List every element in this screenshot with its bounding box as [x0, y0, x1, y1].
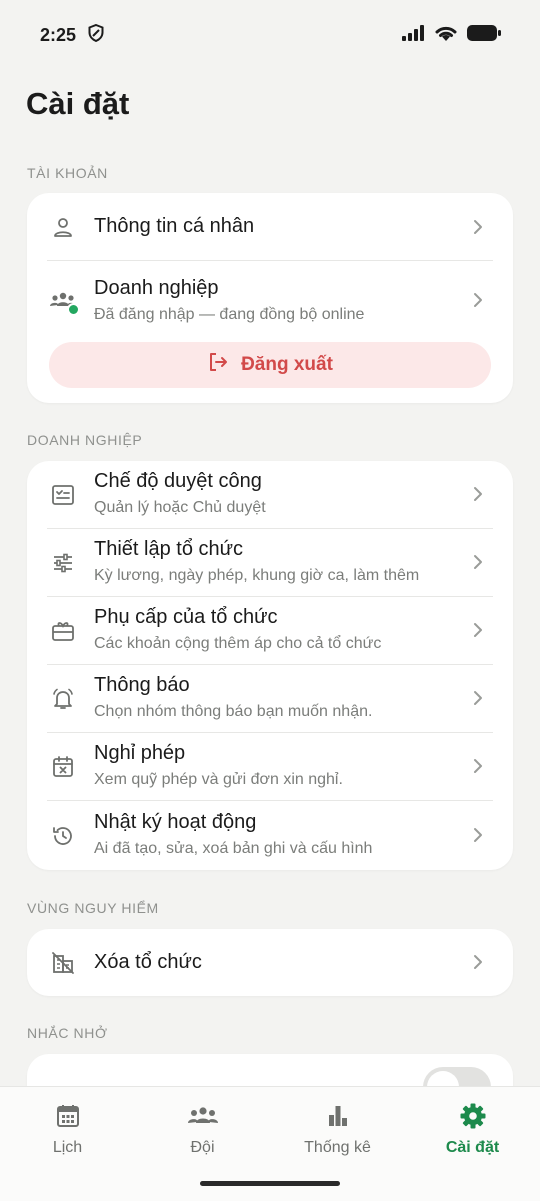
status-bar: 2:25 [0, 0, 540, 70]
chevron-right-icon [471, 757, 485, 775]
chevron-right-icon [471, 953, 485, 971]
business-subtitle: Đã đăng nhập — đang đồng bộ online [94, 306, 365, 323]
row-delete-org[interactable]: Xóa tổ chức [27, 929, 513, 996]
chevron-right-icon [471, 218, 485, 236]
item-title: Nhật ký hoạt động [94, 811, 257, 833]
home-indicator[interactable] [200, 1181, 340, 1186]
chevron-right-icon [471, 553, 485, 571]
nav-tab-settings[interactable]: Cài đặt [405, 1101, 540, 1157]
logout-label: Đăng xuất [241, 354, 333, 375]
signal-icon [402, 24, 426, 46]
section-label-business: DOANH NGHIỆP [27, 432, 143, 448]
logout-icon [207, 351, 229, 379]
danger-card: Xóa tổ chức [27, 929, 513, 996]
row-notifications[interactable]: Thông báo Chọn nhóm thông báo bạn muốn n… [27, 665, 513, 732]
chevron-right-icon [471, 826, 485, 844]
item-subtitle: Các khoản cộng thêm áp cho cả tổ chức [94, 635, 382, 652]
account-card: Thông tin cá nhân Doanh nghiệp Đã đăng n… [27, 193, 513, 403]
nav-tab-calendar[interactable]: Lịch [0, 1101, 135, 1157]
calendar-x-icon [49, 753, 77, 781]
item-title: Chế độ duyệt công [94, 470, 262, 492]
item-title: Phụ cấp của tổ chức [94, 606, 278, 628]
item-subtitle: Xem quỹ phép và gửi đơn xin nghỉ. [94, 771, 343, 788]
delete-org-title: Xóa tổ chức [94, 951, 202, 973]
chevron-right-icon [471, 689, 485, 707]
battery-icon [466, 24, 502, 47]
item-subtitle: Ai đã tạo, sửa, xoá bản ghi và cấu hình [94, 840, 373, 857]
business-title: Doanh nghiệp [94, 277, 219, 299]
history-icon [49, 822, 77, 850]
section-label-danger: VÙNG NGUY HIỂM [27, 900, 159, 916]
row-business-account[interactable]: Doanh nghiệp Đã đăng nhập — đang đồng bộ… [27, 261, 513, 335]
page-title: Cài đặt [26, 86, 130, 121]
item-title: Thông báo [94, 674, 190, 696]
chevron-right-icon [471, 621, 485, 639]
team-icon [187, 1101, 218, 1131]
chevron-right-icon [471, 485, 485, 503]
item-title: Nghỉ phép [94, 742, 186, 764]
item-subtitle: Kỳ lương, ngày phép, khung giờ ca, làm t… [94, 567, 420, 584]
gear-icon [458, 1101, 488, 1131]
item-subtitle: Chọn nhóm thông báo bạn muốn nhận. [94, 703, 373, 720]
calendar-icon [53, 1101, 83, 1131]
row-approval-mode[interactable]: Chế độ duyệt công Quản lý hoặc Chủ duyệt [27, 461, 513, 528]
nav-tab-stats[interactable]: Thống kê [270, 1101, 405, 1157]
row-activity-log[interactable]: Nhật ký hoạt động Ai đã tạo, sửa, xoá bả… [27, 801, 513, 870]
checklist-icon [49, 481, 77, 509]
section-label-account: TÀI KHOẢN [27, 165, 108, 181]
shield-icon [88, 23, 104, 47]
item-title: Thiết lập tổ chức [94, 538, 244, 560]
chevron-right-icon [471, 291, 485, 309]
item-subtitle: Quản lý hoặc Chủ duyệt [94, 499, 266, 516]
nav-label: Cài đặt [445, 1139, 500, 1156]
person-icon [49, 213, 77, 241]
status-left: 2:25 [40, 23, 104, 47]
row-org-setup[interactable]: Thiết lập tổ chức Kỳ lương, ngày phép, k… [27, 529, 513, 596]
wifi-icon [434, 24, 458, 47]
domain-off-icon [49, 949, 77, 977]
status-time: 2:25 [40, 24, 77, 45]
online-status-dot [67, 303, 80, 316]
row-personal-info[interactable]: Thông tin cá nhân [27, 193, 513, 260]
bell-icon [49, 685, 77, 713]
logout-button[interactable]: Đăng xuất [49, 342, 491, 388]
nav-label: Lịch [52, 1139, 83, 1156]
business-card: Chế độ duyệt công Quản lý hoặc Chủ duyệt… [27, 461, 513, 870]
personal-info-title: Thông tin cá nhân [94, 215, 255, 237]
gift-card-icon [49, 617, 77, 645]
nav-tab-team[interactable]: Đội [135, 1101, 270, 1157]
row-leave[interactable]: Nghỉ phép Xem quỹ phép và gửi đơn xin ng… [27, 733, 513, 800]
status-right [402, 24, 502, 47]
row-allowances[interactable]: Phụ cấp của tổ chức Các khoản cộng thêm … [27, 597, 513, 664]
section-label-reminder: NHẮC NHỞ [27, 1025, 108, 1041]
sliders-icon [49, 549, 77, 577]
bar-chart-icon [323, 1101, 353, 1131]
nav-label: Thống kê [304, 1139, 371, 1156]
nav-label: Đội [190, 1139, 215, 1156]
